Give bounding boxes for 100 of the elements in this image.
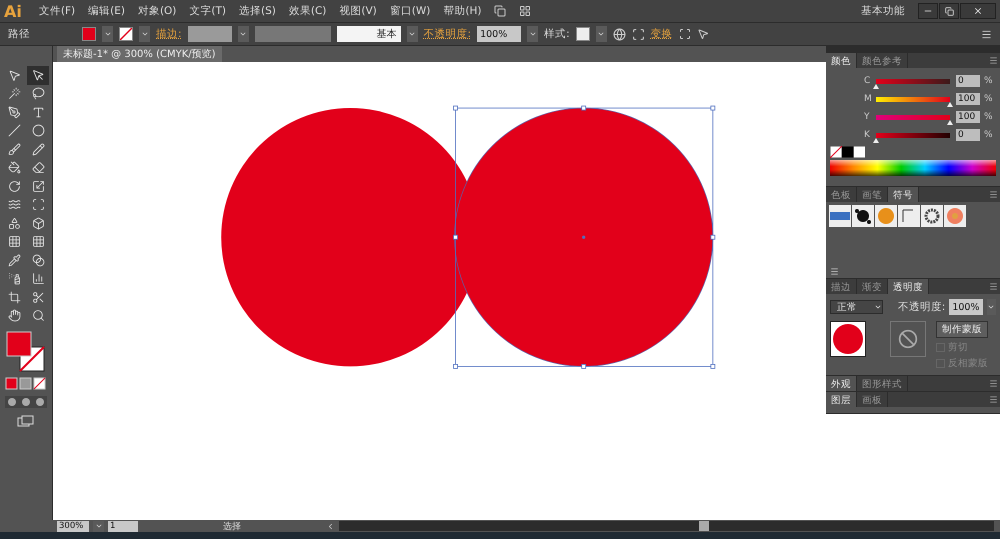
symbol-thumbnail[interactable] — [944, 205, 966, 227]
dropdown-button[interactable] — [527, 26, 538, 42]
grid-icon — [32, 235, 44, 248]
panel-tab[interactable]: 外观 — [826, 376, 857, 391]
eyedropper-icon — [8, 254, 20, 267]
panel-menu-icon[interactable] — [989, 282, 998, 291]
channel-label: M — [864, 94, 872, 104]
restore-icon — [944, 6, 954, 16]
panel-menu-icon[interactable] — [989, 190, 998, 199]
menu-item[interactable]: 窗口(W) — [390, 4, 430, 18]
current-tool-label: 选择 — [222, 520, 242, 532]
profile-field[interactable] — [254, 26, 331, 42]
symbol-thumbnail[interactable] — [875, 205, 897, 227]
caret-icon — [528, 30, 537, 38]
symbol-thumbnail[interactable] — [921, 205, 943, 227]
menu-item[interactable]: 文字(T) — [189, 4, 226, 18]
menu-item[interactable]: 选择(S) — [239, 4, 276, 18]
dropdown-button[interactable] — [406, 26, 418, 42]
dropdown-button[interactable] — [986, 299, 996, 315]
style-swatch[interactable] — [576, 27, 590, 41]
symbol-thumbnail[interactable] — [852, 205, 874, 227]
panel-menu-icon[interactable] — [989, 395, 998, 404]
type-icon — [32, 106, 44, 119]
crop-icon — [8, 290, 20, 304]
pointer-icon[interactable] — [696, 28, 709, 40]
channel-value-field[interactable]: 100 — [956, 111, 980, 123]
channel-label: K — [864, 130, 871, 140]
percent-label: % — [984, 94, 993, 104]
panel-tab[interactable]: 图形样式 — [857, 376, 908, 391]
transform-link[interactable]: 变换 — [650, 27, 673, 41]
color-mode-icon[interactable] — [4, 377, 48, 391]
panel-tab[interactable]: 符号 — [888, 187, 919, 202]
opacity-link[interactable]: 不透明度: — [424, 27, 472, 41]
channel-value-field[interactable]: 0 — [956, 75, 980, 87]
layout-icon[interactable] — [519, 5, 532, 17]
scroll-left-icon[interactable] — [326, 522, 335, 530]
symbol-thumbnail[interactable] — [898, 205, 920, 227]
align-icon[interactable] — [632, 28, 645, 40]
channel-value-field[interactable]: 100 — [956, 93, 980, 105]
brush-style-field[interactable]: 基本 — [336, 26, 401, 42]
frame-icon — [32, 198, 44, 212]
dropdown-button[interactable] — [93, 520, 104, 532]
app-logo: Ai — [4, 2, 22, 20]
symbol-thumbnail[interactable] — [829, 205, 851, 227]
panel-tab[interactable]: 图层 — [826, 392, 857, 407]
panel-tab[interactable]: 画板 — [857, 392, 888, 407]
panel-tab[interactable]: 颜色参考 — [857, 53, 908, 68]
menu-item[interactable]: 帮助(H) — [443, 4, 482, 18]
slider-thumb[interactable] — [873, 84, 879, 88]
blend-mode-select[interactable]: 正常 — [830, 300, 883, 314]
panel-menu-icon[interactable] — [989, 379, 998, 388]
cube-icon — [32, 216, 44, 230]
scroll-thumb[interactable] — [699, 521, 710, 531]
caret-icon — [597, 30, 606, 38]
menu-icon[interactable] — [981, 28, 992, 40]
panel-menu-icon[interactable] — [989, 56, 998, 65]
panel-tab[interactable]: 色板 — [826, 187, 857, 202]
dropdown-button[interactable] — [596, 26, 607, 42]
zoom-field[interactable]: 300% — [57, 520, 89, 532]
wave-icon — [8, 198, 20, 212]
close-icon — [973, 6, 983, 16]
restore-button[interactable] — [939, 3, 959, 19]
library-icon[interactable] — [830, 266, 839, 276]
make-mask-button[interactable]: 制作蒙版 — [936, 321, 988, 338]
opacity-field[interactable]: 100% — [477, 26, 522, 42]
stroke-link[interactable]: 描边: — [156, 27, 182, 41]
horizontal-scrollbar[interactable] — [339, 521, 994, 531]
page-field[interactable]: 1 — [108, 520, 138, 532]
transform-icon[interactable] — [678, 28, 691, 40]
panel-tab[interactable]: 透明度 — [888, 279, 929, 294]
workspace-switcher[interactable]: 基本功能 — [861, 4, 905, 18]
scissors-icon — [32, 290, 44, 304]
menu-item[interactable]: 文件(F) — [38, 4, 76, 18]
opacity-field[interactable]: 100% — [949, 299, 982, 315]
dropdown-button[interactable] — [238, 26, 249, 42]
document-tab[interactable]: 未标题-1* @ 300% (CMYK/预览) — [57, 46, 222, 62]
panel-tab[interactable]: 颜色 — [826, 53, 857, 68]
globe-icon[interactable] — [612, 28, 626, 40]
bridge-icon[interactable] — [494, 5, 506, 17]
minimize-button[interactable] — [918, 3, 938, 19]
fill-swatch[interactable] — [82, 27, 96, 41]
caret-icon — [239, 30, 248, 38]
stroke-weight-field[interactable] — [188, 26, 232, 42]
color-spectrum[interactable] — [830, 160, 996, 176]
close-button[interactable] — [960, 3, 996, 19]
screen-mode-icon[interactable] — [17, 415, 35, 427]
hand-icon — [8, 309, 20, 322]
caret-icon — [140, 30, 148, 38]
panel-tab[interactable]: 描边 — [826, 279, 857, 294]
menu-item[interactable]: 对象(O) — [138, 4, 176, 18]
draw-mode-icon[interactable] — [4, 395, 48, 409]
blend-icon — [32, 254, 44, 267]
menu-item[interactable]: 效果(C) — [288, 4, 326, 18]
direct-selection-tool[interactable] — [27, 66, 49, 84]
menu-item[interactable]: 编辑(E) — [88, 4, 125, 18]
fill-stroke-icon[interactable] — [6, 331, 46, 373]
stroke-none-swatch[interactable] — [119, 27, 133, 41]
channel-value-field[interactable]: 0 — [956, 129, 980, 141]
slider-thumb[interactable] — [873, 138, 879, 142]
menu-item[interactable]: 视图(V) — [339, 4, 377, 18]
